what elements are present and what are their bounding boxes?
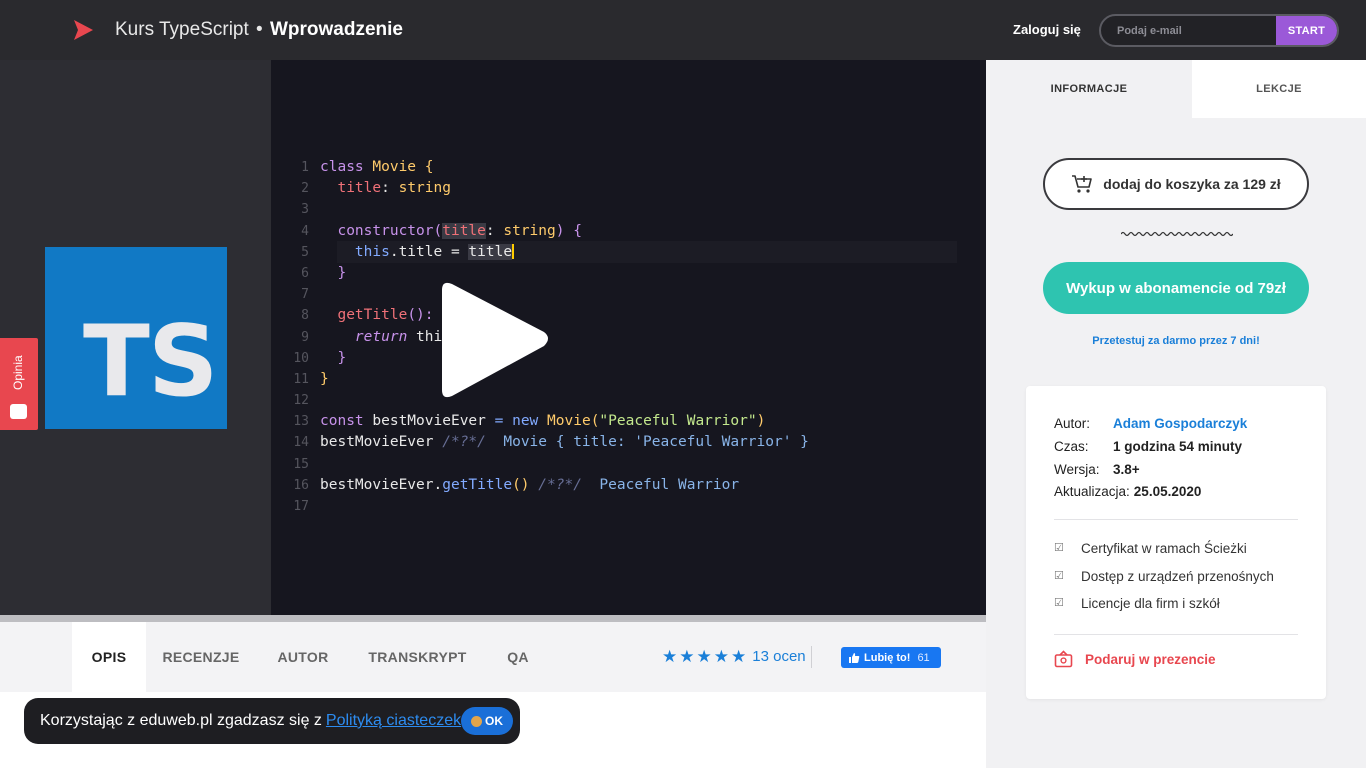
play-icon[interactable]: [436, 280, 551, 400]
course-section: Wprowadzenie: [269, 19, 403, 40]
smile-icon: [10, 404, 27, 419]
tab-qa[interactable]: QA: [494, 622, 542, 692]
star-icon: ★: [679, 647, 695, 666]
squiggle-divider: [1121, 231, 1233, 237]
email-form: START: [1099, 14, 1339, 47]
typescript-logo: TS: [45, 247, 227, 429]
course-info-card: Autor: Adam Gospodarczyk Czas: 1 godzina 5…: [1026, 386, 1326, 699]
title-separator: •: [256, 19, 263, 40]
cookie-ok-button[interactable]: OK: [461, 707, 513, 735]
check-icon: ☑: [1054, 570, 1064, 582]
feedback-label: Opinia: [11, 355, 25, 390]
code-line: 13 const bestMovieEver = new Movie("Peace…: [293, 413, 766, 430]
meta-version: Wersja: 3.8+: [1054, 462, 1140, 477]
meta-duration: Czas: 1 godzina 54 minuty: [1054, 439, 1243, 454]
cookie-banner: Korzystając z eduweb.pl zgadzasz się z P…: [24, 698, 520, 744]
code-line: 16 bestMovieEver.getTitle() /*?*/ Peacefu…: [293, 476, 740, 493]
free-trial-link[interactable]: Przetestuj za darmo przez 7 dni!: [986, 335, 1366, 347]
cookie-policy-link[interactable]: Polityką ciasteczek: [326, 712, 461, 730]
check-icon: ☑: [1054, 597, 1064, 609]
rating-count: 13 ocen: [752, 648, 806, 665]
feature-item: ☑ Licencje dla firm i szkół: [1054, 596, 1220, 611]
text-cursor: [512, 244, 515, 260]
tab-autor[interactable]: AUTOR: [263, 622, 343, 692]
tab-transkrypt[interactable]: TRANSKRYPT: [355, 622, 480, 692]
author-link[interactable]: Adam Gospodarczyk: [1113, 416, 1247, 431]
video-player[interactable]: TS 1 class Movie { 2 title: string 3 4 co…: [0, 60, 986, 615]
code-line: 1 class Movie {: [301, 159, 434, 175]
feedback-tab[interactable]: Opinia: [0, 338, 38, 430]
divider: [1054, 634, 1298, 635]
header-bar: Kurs TypeScript • Wprowadzenie: [0, 0, 986, 60]
divider: [1054, 519, 1298, 520]
code-line: 3: [301, 202, 309, 218]
star-icon: ★: [696, 647, 712, 666]
meta-author: Autor: Adam Gospodarczyk: [1054, 416, 1248, 431]
cart-icon: [1072, 175, 1093, 193]
cookie-icon: [471, 715, 482, 727]
feature-item: ☑ Certyfikat w ramach Ścieżki: [1054, 541, 1247, 556]
meta-updated: Aktualizacja: 25.05.2020: [1054, 484, 1202, 499]
tab-informacje[interactable]: INFORMACJE: [986, 60, 1192, 118]
cookie-text: Korzystając z eduweb.pl zgadzasz się z: [40, 712, 322, 729]
ts-logo-text: TS: [83, 305, 218, 419]
course-sidebar: INFORMACJE LEKCJE dodaj do koszyka za 12…: [986, 60, 1366, 768]
rating[interactable]: ★ ★ ★ ★ ★ 13 ocen: [662, 648, 806, 665]
tab-opis[interactable]: OPIS: [72, 622, 146, 692]
subscription-button[interactable]: Wykup w abonamencie od 79zł: [1043, 262, 1309, 314]
course-title: Kurs TypeScript • Wprowadzenie: [115, 19, 403, 41]
video-progress-bar[interactable]: [0, 615, 986, 622]
like-label: Lubię to!: [864, 651, 911, 664]
code-line: 4 constructor(title: string) {: [301, 222, 582, 239]
sidebar-tabs: INFORMACJE LEKCJE: [986, 60, 1366, 118]
code-line: 15: [293, 456, 309, 472]
login-link[interactable]: Zaloguj się: [1013, 22, 1081, 37]
divider: [811, 646, 812, 668]
code-line: 17: [293, 499, 309, 514]
star-icon: ★: [713, 647, 729, 666]
gift-link[interactable]: Podaruj w prezencie: [1054, 650, 1216, 668]
add-to-cart-button[interactable]: dodaj do koszyka za 129 zł: [1043, 158, 1309, 210]
cart-label: dodaj do koszyka za 129 zł: [1103, 176, 1281, 192]
auth-bar: Zaloguj się START: [986, 0, 1366, 60]
tab-recenzje[interactable]: RECENZJE: [150, 622, 252, 692]
gift-label: Podaruj w prezencie: [1085, 651, 1216, 667]
start-button[interactable]: START: [1276, 16, 1337, 45]
tab-lekcje[interactable]: LEKCJE: [1192, 60, 1366, 118]
gift-icon: [1054, 650, 1073, 668]
code-line: 5 this.title = title: [301, 243, 515, 260]
star-icon: ★: [731, 647, 747, 666]
code-line: 14 bestMovieEver /*?*/ Movie { title: 'Pe…: [293, 434, 809, 451]
thumbs-up-icon: [849, 652, 860, 663]
code-editor: 1 class Movie { 2 title: string 3 4 const…: [271, 60, 986, 615]
like-count: 61: [917, 651, 930, 664]
code-line: 2 title: string: [301, 180, 451, 197]
facebook-like-button[interactable]: Lubię to! 61: [841, 647, 941, 668]
cookie-ok-label: OK: [485, 714, 503, 728]
eduweb-logo-icon[interactable]: [72, 19, 94, 41]
email-input[interactable]: [1101, 16, 1277, 45]
star-icon: ★: [662, 647, 678, 666]
content-tabs: OPIS RECENZJE AUTOR TRANSKRYPT QA ★ ★ ★ …: [0, 622, 986, 692]
feature-item: ☑ Dostęp z urządzeń przenośnych: [1054, 569, 1274, 584]
check-icon: ☑: [1054, 542, 1064, 554]
course-name: Kurs TypeScript: [115, 19, 249, 40]
